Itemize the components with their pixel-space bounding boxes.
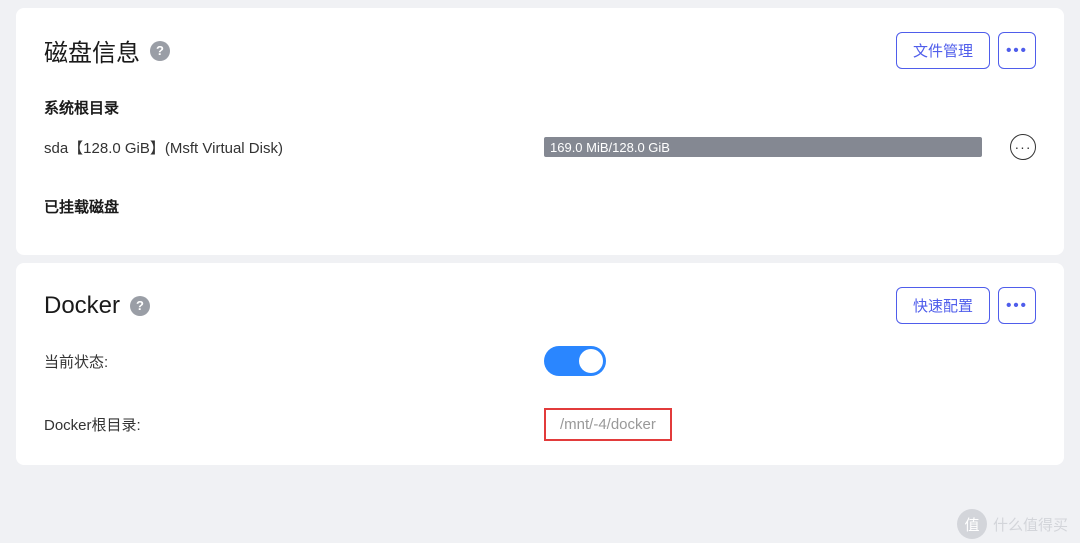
disk-more-button[interactable]: ••• [998,32,1036,69]
docker-title-wrap: Docker ? [44,292,150,320]
disk-title-wrap: 磁盘信息 ? [44,33,170,68]
disk-row: sda【128.0 GiB】(Msft Virtual Disk) 169.0 … [44,134,1036,160]
docker-status-toggle[interactable] [544,346,606,376]
docker-title: Docker [44,292,120,320]
file-manage-button[interactable]: 文件管理 [896,32,990,69]
system-root-label: 系统根目录 [44,97,1036,118]
docker-status-row: 当前状态: [44,346,1036,376]
help-icon[interactable]: ? [150,41,170,61]
docker-root-label: Docker根目录: [44,414,544,435]
disk-name-label: sda【128.0 GiB】(Msft Virtual Disk) [44,137,544,158]
disk-title: 磁盘信息 [44,33,140,68]
docker-more-button[interactable]: ••• [998,287,1036,324]
disk-usage-bar: 169.0 MiB/128.0 GiB [544,137,982,157]
help-icon[interactable]: ? [130,296,150,316]
docker-root-path: /mnt/-4/docker [544,408,672,441]
docker-panel-header: Docker ? 快速配置 ••• [44,287,1036,324]
disk-row-more-icon[interactable]: ··· [1010,134,1036,160]
docker-actions: 快速配置 ••• [896,287,1036,324]
quick-config-button[interactable]: 快速配置 [896,287,990,324]
mounted-disks-label: 已挂载磁盘 [44,196,1036,217]
watermark-text: 什么值得买 [993,514,1068,535]
docker-status-label: 当前状态: [44,351,544,372]
disk-actions: 文件管理 ••• [896,32,1036,69]
disk-usage-text: 169.0 MiB/128.0 GiB [550,140,670,155]
disk-panel-header: 磁盘信息 ? 文件管理 ••• [44,32,1036,69]
docker-root-row: Docker根目录: /mnt/-4/docker [44,408,1036,441]
disk-info-panel: 磁盘信息 ? 文件管理 ••• 系统根目录 sda【128.0 GiB】(Msf… [16,8,1064,255]
docker-panel: Docker ? 快速配置 ••• 当前状态: Docker根目录: /mnt/… [16,263,1064,465]
